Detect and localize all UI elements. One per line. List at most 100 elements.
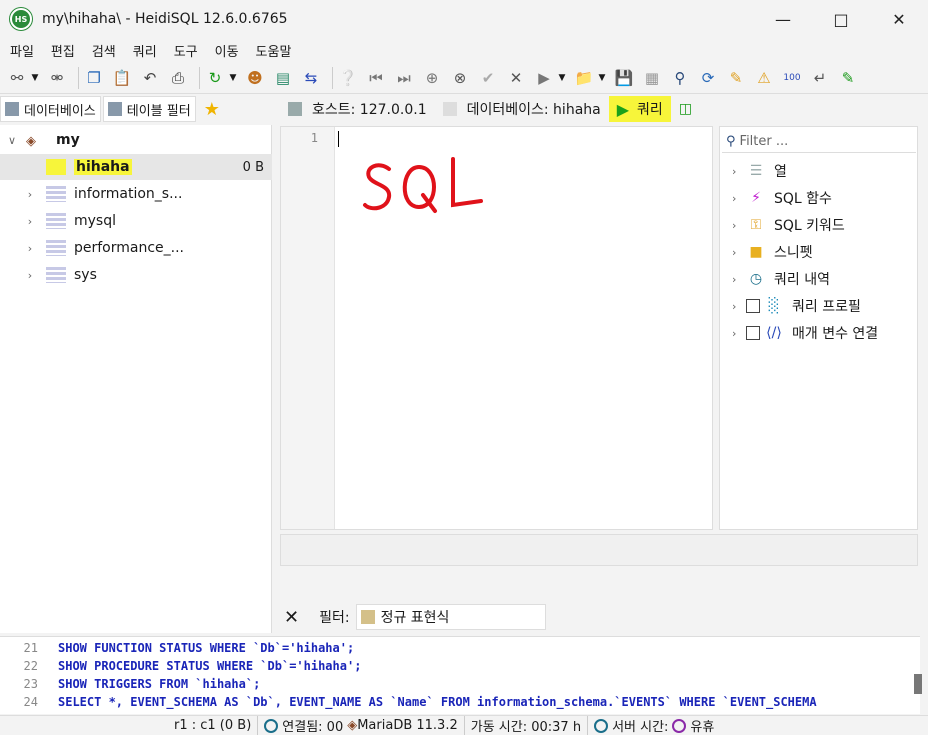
maximize-button[interactable]: □	[812, 0, 870, 38]
helper-bind-params[interactable]: › ⟨/⟩ 매개 변수 연결	[732, 320, 878, 346]
last-icon[interactable]: ⏭	[393, 67, 415, 89]
helper-columns[interactable]: › ☰ 열	[732, 158, 787, 184]
menu-search[interactable]: 검색	[92, 41, 116, 60]
helper-label: 쿼리 내역	[774, 272, 830, 288]
clock-icon	[594, 718, 609, 733]
search-icon[interactable]: ⚲	[669, 67, 691, 89]
connect-icon[interactable]: ⚯	[6, 67, 28, 89]
tree-item[interactable]: › information_s...	[0, 181, 272, 207]
add-row-icon[interactable]: ⊕	[421, 67, 443, 89]
chevron-down-icon[interactable]: ▼	[30, 67, 40, 89]
chevron-right-icon[interactable]: ›	[24, 242, 36, 255]
tree-item[interactable]: › performance_...	[0, 235, 272, 261]
chevron-right-icon[interactable]: ›	[732, 192, 746, 205]
binary-icon[interactable]: 100	[781, 67, 803, 89]
filter-label: 필터:	[319, 610, 350, 626]
star-icon[interactable]: ★	[204, 99, 220, 120]
tab-table-filter[interactable]: 테이블 필터	[102, 96, 196, 122]
save-disabled-icon[interactable]: ▦	[641, 67, 663, 89]
chevron-right-icon[interactable]: ›	[24, 188, 36, 201]
csv-export-icon[interactable]: ▤	[272, 67, 294, 89]
status-server-time: 서버 시간: 유휴	[588, 716, 720, 735]
tab-table-filter-label: 테이블 필터	[126, 103, 191, 119]
chevron-right-icon[interactable]: ›	[732, 327, 746, 340]
save-icon[interactable]: 💾	[613, 67, 635, 89]
menu-help[interactable]: 도움말	[256, 41, 292, 60]
bind-params-checkbox[interactable]	[746, 326, 760, 340]
tab-database[interactable]: 데이터베이스: hihaha	[435, 96, 609, 122]
query-profile-checkbox[interactable]	[746, 299, 760, 313]
log-line: 23 SHOW TRIGGERS FROM `hihaha`;	[0, 675, 920, 693]
run-icon[interactable]: ▶	[533, 67, 555, 89]
menu-goto[interactable]: 이동	[215, 41, 239, 60]
status-bar: r1 : c1 (0 B) 연결됨: 00 ◈ MariaDB 11.3.2 가…	[0, 715, 928, 735]
tab-database-label: 데이터베이스: hihaha	[466, 102, 601, 118]
filter-mode-input[interactable]: 정규 표현식	[355, 604, 546, 630]
chevron-right-icon[interactable]: ›	[24, 269, 36, 282]
menu-tools[interactable]: 도구	[174, 41, 198, 60]
chevron-down-icon[interactable]: ▼	[228, 67, 238, 89]
helpers-filter[interactable]: ⚲ Filter ...	[722, 131, 916, 153]
helper-label: 열	[774, 164, 787, 180]
status-uptime: 가동 시간: 00:37 h	[465, 715, 589, 735]
chevron-right-icon[interactable]: ›	[732, 273, 746, 286]
wrap-icon[interactable]: ↵	[809, 67, 831, 89]
tree-item[interactable]: › mysql	[0, 208, 272, 234]
log-line-text: SHOW TRIGGERS FROM `hihaha`;	[58, 677, 261, 691]
transfer-icon[interactable]: ⇆	[300, 67, 322, 89]
delete-row-icon[interactable]: ⊗	[449, 67, 471, 89]
chevron-right-icon[interactable]: ›	[732, 219, 746, 232]
replace-icon[interactable]: ⟳	[697, 67, 719, 89]
tab-database[interactable]: 데이터베이스	[0, 96, 101, 122]
menu-edit[interactable]: 편집	[51, 41, 75, 60]
format-icon[interactable]: ✎	[725, 67, 747, 89]
close-icon[interactable]: ✕	[284, 607, 299, 628]
cancel-icon[interactable]: ✕	[505, 67, 527, 89]
chevron-right-icon[interactable]: ›	[732, 165, 746, 178]
helper-snippets[interactable]: › ■ 스니펫	[732, 239, 813, 265]
tree-root[interactable]: ∨ ◈ my	[0, 127, 272, 153]
refresh-icon[interactable]: ↻	[204, 67, 226, 89]
help-icon[interactable]: ❔	[337, 67, 359, 89]
line-number: 1	[310, 131, 318, 145]
warning-icon[interactable]: ⚠	[753, 67, 775, 89]
tree-item-label: mysql	[74, 213, 116, 229]
post-icon[interactable]: ✔	[477, 67, 499, 89]
log-scrollbar[interactable]	[914, 674, 922, 694]
chevron-right-icon[interactable]: ›	[732, 246, 746, 259]
sql-log[interactable]: 21 SHOW FUNCTION STATUS WHERE `Db`='hiha…	[0, 636, 920, 714]
sql-editor[interactable]: 1	[280, 126, 713, 530]
chevron-down-icon[interactable]: ▼	[557, 67, 567, 89]
tree-item-hihaha[interactable]: hihaha 0 B	[0, 154, 272, 180]
disconnect-icon[interactable]: ⚮	[46, 67, 68, 89]
copy-icon[interactable]: ❐	[83, 67, 105, 89]
paste-icon[interactable]: 📋	[111, 67, 133, 89]
users-icon[interactable]: ☻	[244, 67, 266, 89]
menu-file[interactable]: 파일	[10, 41, 34, 60]
print-icon[interactable]: ⎙	[167, 67, 189, 89]
helper-sql-functions[interactable]: › ⚡ SQL 함수	[732, 185, 832, 211]
left-tabs: 데이터베이스 테이블 필터 ★	[0, 95, 275, 123]
tab-host[interactable]: 호스트: 127.0.0.1	[280, 96, 435, 122]
helper-query-history[interactable]: › ◷ 쿼리 내역	[732, 266, 830, 292]
chevron-right-icon[interactable]: ›	[732, 300, 746, 313]
new-query-tab-button[interactable]: ◫	[671, 96, 700, 122]
tab-query[interactable]: ▶ 쿼리	[608, 96, 671, 122]
folder-icon[interactable]: 📁	[573, 67, 595, 89]
helper-query-profile[interactable]: › ░ 쿼리 프로필	[732, 293, 861, 319]
helper-sql-keywords[interactable]: › ⚿ SQL 키워드	[732, 212, 845, 238]
add-tab-icon: ◫	[678, 101, 693, 117]
minimize-button[interactable]: —	[754, 0, 812, 38]
database-icon	[46, 240, 66, 256]
chevron-down-icon[interactable]: ∨	[6, 134, 18, 147]
undo-icon[interactable]: ↶	[139, 67, 161, 89]
close-button[interactable]: ✕	[870, 0, 928, 38]
tree-item[interactable]: › sys	[0, 262, 272, 288]
menu-query[interactable]: 쿼리	[133, 41, 157, 60]
first-icon[interactable]: ⏮	[365, 67, 387, 89]
tab-query-label: 쿼리	[637, 102, 663, 118]
log-icon[interactable]: ✎	[837, 67, 859, 89]
chevron-down-icon[interactable]: ▼	[597, 67, 607, 89]
chevron-right-icon[interactable]: ›	[24, 215, 36, 228]
status-connected-text: 연결됨: 00	[282, 720, 344, 735]
